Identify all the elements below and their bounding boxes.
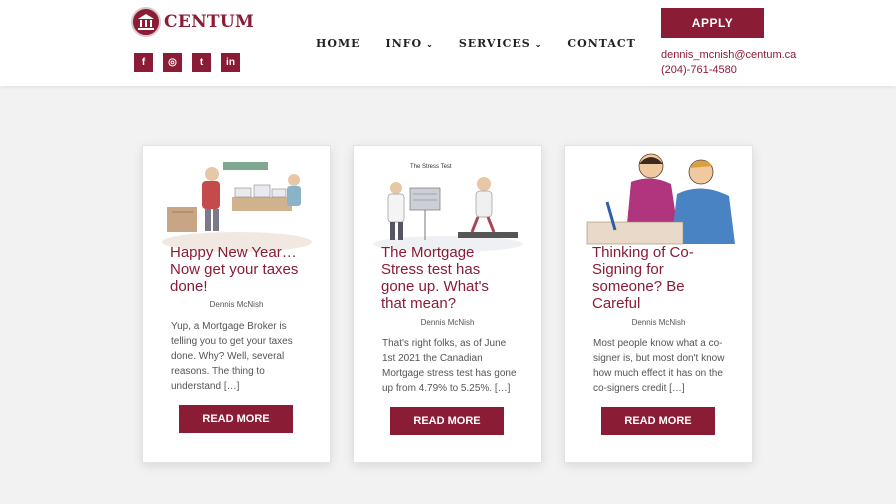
excerpt-line: 1st 2021 the Canadian [382, 353, 483, 364]
post-image-taxes[interactable] [157, 152, 318, 252]
nav-services-label: SERVICES [458, 37, 531, 50]
post-title-line: Now get your taxes [170, 261, 299, 278]
excerpt-line: done. Why? Well, several [171, 351, 285, 362]
nav-home-label: HOME [316, 37, 361, 50]
post-title-line: Stress test has [381, 261, 481, 278]
excerpt-line: Mortgage stress test has gone [382, 368, 517, 379]
post-image-co-signing[interactable] [579, 152, 740, 252]
centum-logo[interactable]: CENTUM [131, 7, 254, 37]
stress-test-caption: The Stress Test [410, 164, 452, 170]
contact-info: dennis_mcnish@centum.ca (204)-761-4580 [661, 48, 796, 78]
site-header: CENTUM f ◎ t in HOME INFO ⌄ SERVICES ⌄ CON… [0, 0, 896, 86]
phone-link[interactable]: (204)-761-4580 [661, 63, 796, 78]
logo-wordmark: CENTUM [164, 12, 255, 32]
read-more-button[interactable]: READ MORE [390, 407, 504, 435]
excerpt-line: understand […] [171, 381, 240, 392]
centum-logo-icon [131, 7, 161, 37]
excerpt-line: Yup, a Mortgage Broker is [171, 321, 287, 332]
post-excerpt: That's right folks, as of June 1st 2021 … [382, 336, 522, 396]
post-title-line: done! [170, 278, 208, 295]
instagram-icon[interactable]: ◎ [163, 53, 182, 72]
post-card: The Stress Test The Mortgage Stress test… [353, 145, 542, 463]
nav-home[interactable]: HOME [316, 37, 361, 50]
social-links: f ◎ t in [134, 53, 240, 72]
post-title-line: Signing for [592, 261, 664, 278]
excerpt-line: Most people know what a co- [593, 338, 723, 349]
twitter-icon[interactable]: t [192, 53, 211, 72]
excerpt-line: That's right folks, as of June [382, 338, 507, 349]
facebook-icon[interactable]: f [134, 53, 153, 72]
excerpt-line: co-signers credit […] [593, 383, 685, 394]
excerpt-line: telling you to get your taxes [171, 336, 293, 347]
post-excerpt: Yup, a Mortgage Broker is telling you to… [171, 319, 311, 394]
nav-info[interactable]: INFO ⌄ [386, 37, 434, 50]
main-nav: HOME INFO ⌄ SERVICES ⌄ CONTACT [316, 37, 636, 50]
post-title-line: The Mortgage [381, 244, 475, 261]
post-title-line: Happy New Year… [170, 244, 297, 261]
post-excerpt: Most people know what a co- signer is, b… [593, 336, 733, 396]
chevron-down-icon: ⌄ [534, 38, 543, 49]
excerpt-line: reasons. The thing to [171, 366, 265, 377]
excerpt-line: how much effect it has on the [593, 368, 723, 379]
post-title-line: that mean? [381, 295, 457, 312]
post-author[interactable]: Dennis McNish [143, 300, 330, 309]
apply-button[interactable]: APPLY [661, 8, 764, 38]
post-title-line: Careful [592, 295, 641, 312]
email-link[interactable]: dennis_mcnish@centum.ca [661, 48, 796, 63]
excerpt-line: up from 4.79% to 5.25%. […] [382, 383, 511, 394]
nav-contact[interactable]: CONTACT [567, 37, 635, 50]
read-more-button[interactable]: READ MORE [179, 405, 293, 433]
nav-info-label: INFO [385, 37, 423, 50]
chevron-down-icon: ⌄ [426, 38, 434, 49]
post-card: Happy New Year… Now get your taxes done!… [142, 145, 331, 463]
post-title[interactable]: Happy New Year… Now get your taxes done! [170, 244, 320, 295]
nav-contact-label: CONTACT [567, 37, 636, 50]
excerpt-line: signer is, but most don't know [593, 353, 725, 364]
post-card: Thinking of Co- Signing for someone? Be … [564, 145, 753, 463]
post-title-line: someone? Be [592, 278, 685, 295]
post-author[interactable]: Dennis McNish [565, 318, 752, 327]
linkedin-icon[interactable]: in [221, 53, 240, 72]
post-image-stress-test[interactable]: The Stress Test [368, 152, 529, 252]
post-title[interactable]: Thinking of Co- Signing for someone? Be … [592, 244, 742, 312]
read-more-button[interactable]: READ MORE [601, 407, 715, 435]
post-title-line: gone up. What's [381, 278, 489, 295]
post-title[interactable]: The Mortgage Stress test has gone up. Wh… [381, 244, 531, 312]
post-author[interactable]: Dennis McNish [354, 318, 541, 327]
post-title-line: Thinking of Co- [592, 244, 694, 261]
nav-services[interactable]: SERVICES ⌄ [459, 37, 543, 50]
